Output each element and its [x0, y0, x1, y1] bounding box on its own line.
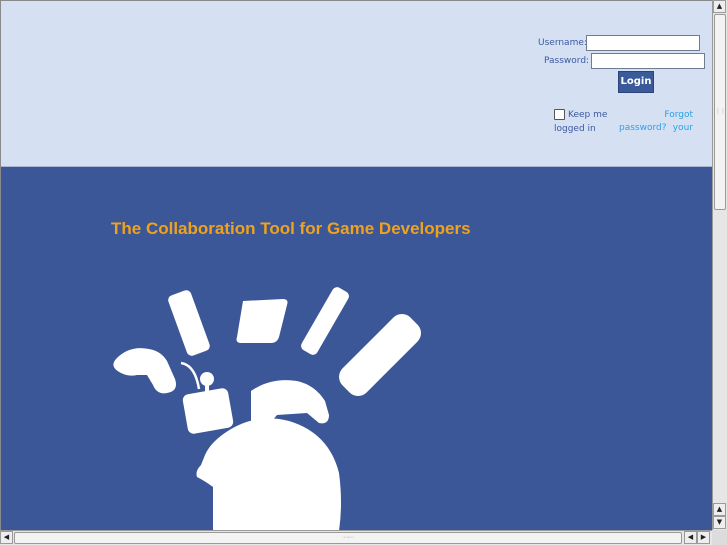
horizontal-scrollbar[interactable]: ◀ ⋯⋯ ◀ ▶ [0, 530, 712, 545]
password-label: Password: [544, 56, 590, 66]
scroll-up-icon[interactable]: ▲ [713, 0, 726, 13]
scroll-left-icon[interactable]: ◀ [0, 531, 13, 544]
keep-logged-in-checkbox[interactable] [554, 109, 565, 120]
scroll-down-icon[interactable]: ▼ [713, 516, 726, 529]
forgot-password-link-line2[interactable]: password? [619, 122, 667, 135]
horizontal-scroll-thumb[interactable]: ⋯⋯ [14, 532, 682, 544]
hero-banner: The Collaboration Tool for Game Develope… [1, 167, 712, 530]
scroll-grip-horizontal-icon: ⋯⋯ [343, 534, 354, 541]
remote-icon [168, 290, 210, 356]
wand-controller-icon [339, 314, 421, 396]
arcade-stick-icon [182, 388, 234, 434]
vertical-scroll-thumb[interactable]: ⋮⋮ [714, 14, 726, 210]
header-bar: Username: Password: Login Keep me logged… [1, 1, 712, 167]
login-form: Username: Password: Login Keep me logged… [521, 31, 711, 141]
head-silhouette-icon [196, 418, 341, 530]
handheld-icon [236, 299, 288, 343]
keep-logged-in-label-line1: Keep me [568, 110, 608, 120]
password-input[interactable] [591, 53, 705, 69]
page-viewport: Username: Password: Login Keep me logged… [0, 0, 712, 530]
login-button[interactable]: Login [618, 71, 654, 93]
username-input[interactable] [586, 35, 700, 51]
game-controllers-head-icon [113, 287, 421, 530]
hero-tagline: The Collaboration Tool for Game Develope… [111, 219, 471, 238]
gamepad-left-icon [113, 348, 176, 394]
scroll-up-bottom-icon[interactable]: ▲ [713, 503, 726, 516]
username-label: Username: [538, 38, 587, 48]
vertical-scrollbar[interactable]: ▲ ⋮⋮ ▲ ▼ [712, 0, 727, 530]
keep-logged-in-label-line2: logged in [554, 124, 596, 134]
scroll-right-icon[interactable]: ▶ [697, 531, 710, 544]
wand-icon [301, 287, 349, 355]
scrollbar-corner [712, 530, 727, 545]
scroll-grip-icon: ⋮⋮ [715, 108, 726, 115]
scroll-left-right-icon[interactable]: ◀ [684, 531, 697, 544]
